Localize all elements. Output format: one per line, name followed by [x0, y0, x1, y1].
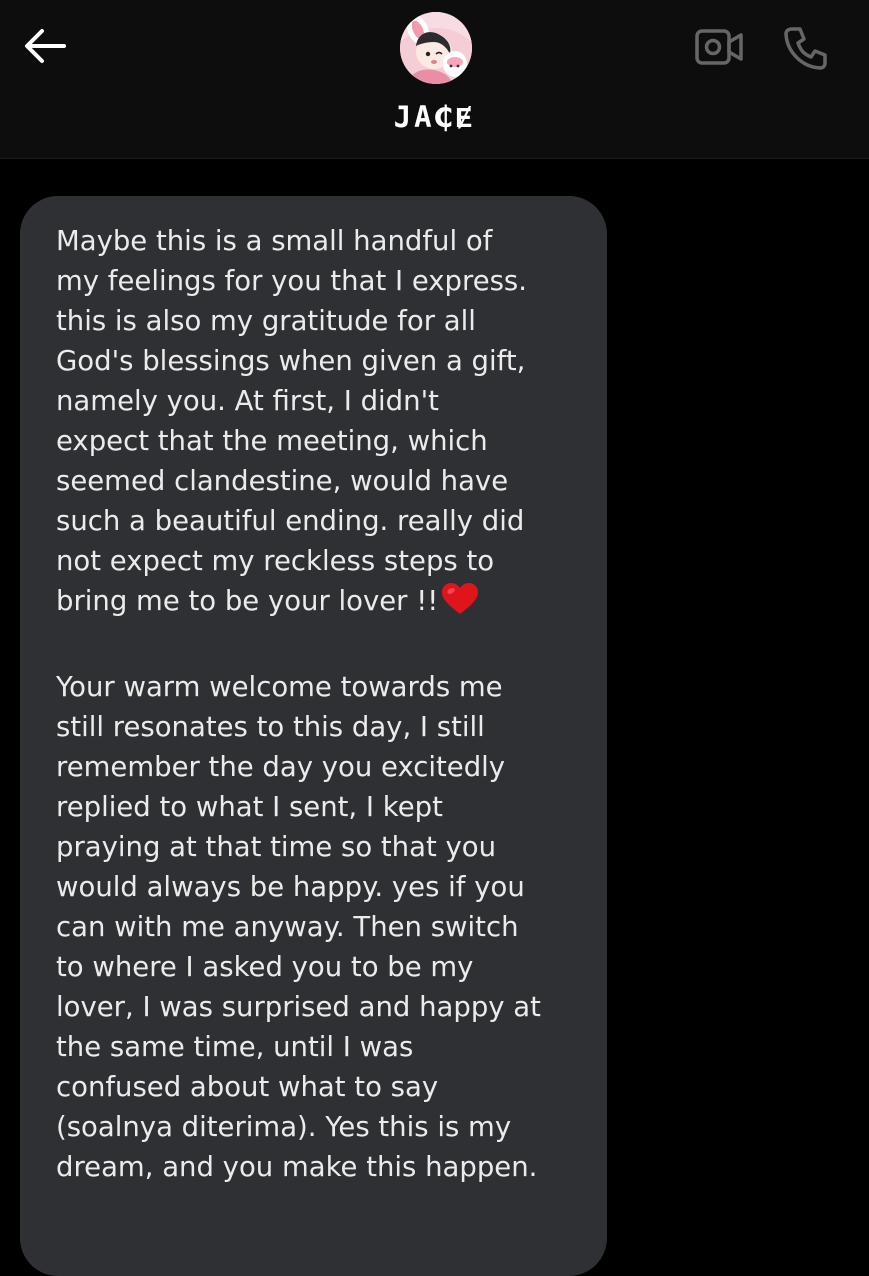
voice-call-button[interactable]	[782, 24, 830, 72]
chat-header: JA₵Ɇ	[0, 0, 869, 159]
phone-icon	[784, 27, 827, 70]
back-button[interactable]	[22, 26, 68, 66]
message-text: Maybe this is a small handful of my feel…	[56, 225, 528, 617]
message-list[interactable]: Maybe this is a small handful of my feel…	[0, 159, 869, 1276]
message-paragraph: Maybe this is a small handful of my feel…	[56, 221, 577, 627]
message-paragraph: Your warm welcome towards me still reson…	[56, 671, 541, 1183]
arrow-left-icon	[25, 29, 66, 63]
incoming-message-bubble[interactable]: Maybe this is a small handful of my feel…	[20, 196, 607, 1276]
video-camera-icon	[695, 29, 743, 65]
video-call-button[interactable]	[694, 26, 744, 68]
red-heart-icon	[440, 582, 480, 627]
contact-avatar[interactable]	[400, 12, 472, 84]
contact-name[interactable]: JA₵Ɇ	[0, 100, 869, 136]
